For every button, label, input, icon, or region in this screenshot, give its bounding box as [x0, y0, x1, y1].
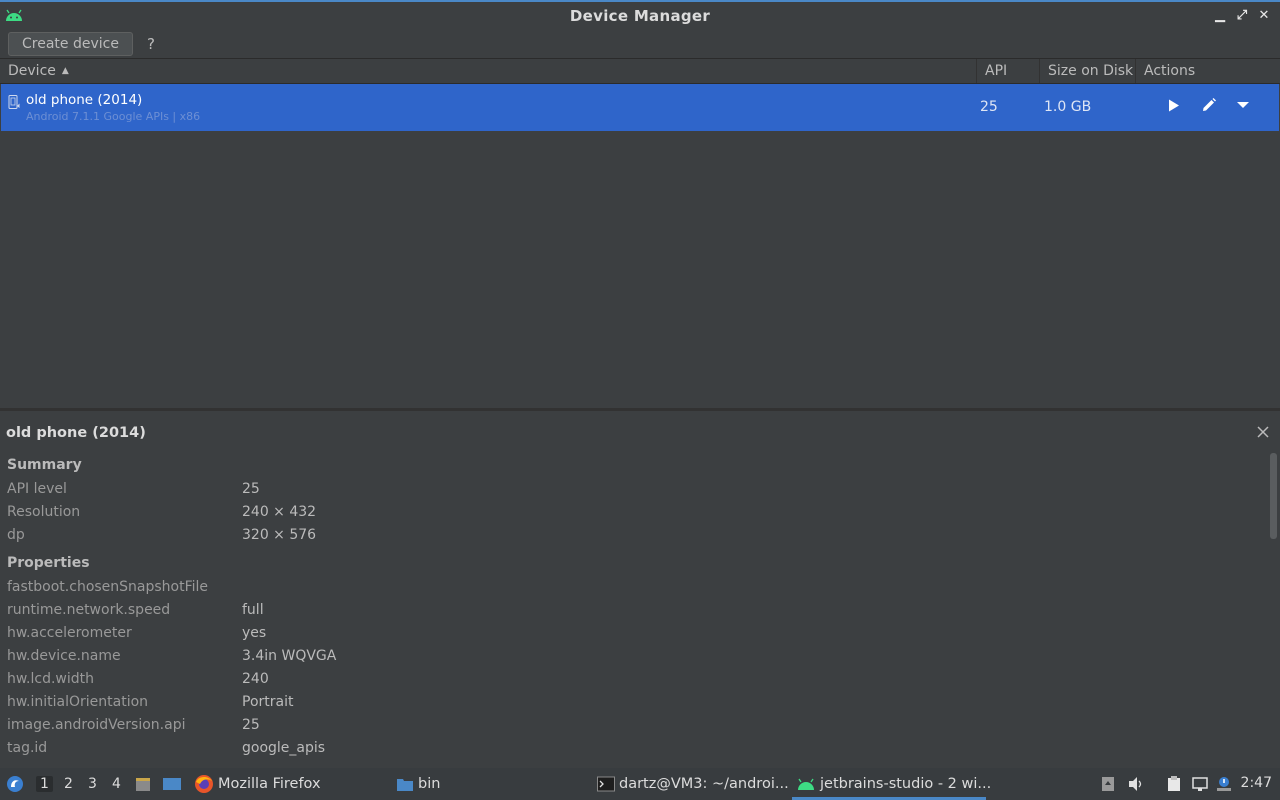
desktop-icon[interactable]: [162, 776, 182, 792]
device-table-header: Device ▲ API Size on Disk Actions: [0, 58, 1280, 84]
taskbar-bin[interactable]: bin: [396, 768, 440, 800]
update-notification-icon[interactable]: [1216, 776, 1232, 792]
device-subtitle: Android 7.1.1 Google APIs | x86: [26, 110, 201, 123]
window-controls: ▁ ⤢ ✕: [1212, 7, 1272, 23]
taskbar: 1 2 3 4 Mozilla Firefox bin dartz@VM3: ~…: [0, 768, 1280, 800]
taskbar-label: jetbrains-studio - 2 wi...: [820, 776, 992, 792]
property-key: hw.lcd.width: [7, 671, 95, 687]
close-icon[interactable]: [1256, 425, 1270, 439]
toolbar: Create device ?: [0, 29, 1280, 58]
property-value: full: [242, 602, 264, 618]
android-icon: [6, 9, 22, 21]
summary-key: API level: [7, 481, 67, 497]
start-menu-icon[interactable]: [6, 775, 24, 793]
summary-value: 25: [242, 481, 260, 497]
folder-icon: [397, 779, 413, 791]
column-header-actions: Actions: [1136, 59, 1280, 83]
device-table: old phone (2014) Android 7.1.1 Google AP…: [0, 84, 1280, 408]
dropdown-icon[interactable]: [1235, 97, 1251, 113]
device-manager-window: Device Manager ▁ ⤢ ✕ Create device ? Dev…: [0, 0, 1280, 800]
property-key: tag.id: [7, 740, 48, 756]
property-value: Portrait: [242, 694, 294, 710]
summary-heading: Summary: [7, 457, 82, 473]
notes-tray-icon[interactable]: [1166, 776, 1182, 792]
taskbar-label: bin: [418, 776, 441, 792]
phone-icon: [8, 95, 20, 109]
taskbar-label: dartz@VM3: ~/androi...: [619, 776, 789, 792]
volume-icon[interactable]: [1128, 776, 1144, 792]
property-value: 25: [242, 717, 260, 733]
summary-key: Resolution: [7, 504, 81, 520]
property-value: google_apis: [242, 740, 326, 756]
details-title: old phone (2014): [6, 425, 146, 441]
file-manager-icon[interactable]: [135, 776, 151, 792]
details-scrollbar[interactable]: [1270, 453, 1277, 539]
sort-ascending-icon: ▲: [61, 66, 69, 76]
restore-button[interactable]: ⤢: [1234, 7, 1250, 23]
network-icon[interactable]: [1192, 776, 1208, 792]
taskbar-terminal[interactable]: dartz@VM3: ~/androi...: [597, 768, 789, 800]
property-key: hw.device.name: [7, 648, 121, 664]
create-device-button[interactable]: Create device: [8, 31, 133, 56]
property-key: runtime.network.speed: [7, 602, 171, 618]
clock: 2:47: [1240, 775, 1272, 791]
property-key: fastboot.chosenSnapshotFile: [7, 579, 209, 595]
taskbar-firefox[interactable]: Mozilla Firefox: [194, 768, 321, 800]
close-window-button[interactable]: ✕: [1256, 7, 1272, 23]
workspace-4[interactable]: 4: [112, 776, 121, 792]
workspace-1[interactable]: 1: [36, 776, 53, 792]
column-label-size: Size on Disk: [1048, 63, 1134, 79]
property-value: 3.4in WQVGA: [242, 648, 337, 664]
column-label-device: Device: [8, 63, 56, 79]
edit-icon[interactable]: [1201, 97, 1217, 113]
help-button[interactable]: ?: [147, 35, 155, 53]
column-label-actions: Actions: [1144, 63, 1196, 79]
workspace-2[interactable]: 2: [64, 776, 73, 792]
summary-value: 320 × 576: [242, 527, 317, 543]
summary-key: dp: [7, 527, 25, 543]
title-bar: Device Manager ▁ ⤢ ✕: [0, 0, 1280, 29]
property-key: image.androidVersion.api: [7, 717, 186, 733]
column-header-api[interactable]: API: [977, 59, 1040, 83]
device-details-panel: old phone (2014) Summary API level 25 Re…: [0, 411, 1280, 768]
taskbar-label: Mozilla Firefox: [218, 776, 321, 792]
play-icon[interactable]: [1166, 97, 1182, 113]
property-key: hw.accelerometer: [7, 625, 132, 641]
clipboard-tray-icon[interactable]: [1100, 776, 1116, 792]
property-value: yes: [242, 625, 267, 641]
summary-value: 240 × 432: [242, 504, 317, 520]
android-icon: [798, 778, 814, 790]
device-name: old phone (2014): [26, 92, 143, 108]
properties-heading: Properties: [7, 555, 90, 571]
column-label-api: API: [985, 63, 1008, 79]
window-title: Device Manager: [569, 6, 711, 25]
workspace-3[interactable]: 3: [88, 776, 97, 792]
minimize-button[interactable]: ▁: [1212, 7, 1228, 23]
column-header-size[interactable]: Size on Disk: [1040, 59, 1136, 83]
firefox-icon: [195, 775, 213, 793]
device-size: 1.0 GB: [1044, 99, 1092, 115]
property-value: 240: [242, 671, 269, 687]
table-row[interactable]: old phone (2014) Android 7.1.1 Google AP…: [1, 84, 1279, 131]
device-api: 25: [980, 99, 998, 115]
property-key: hw.initialOrientation: [7, 694, 149, 710]
terminal-icon: [597, 776, 615, 792]
taskbar-studio[interactable]: jetbrains-studio - 2 wi...: [796, 768, 991, 800]
column-header-device[interactable]: Device ▲: [0, 59, 977, 83]
